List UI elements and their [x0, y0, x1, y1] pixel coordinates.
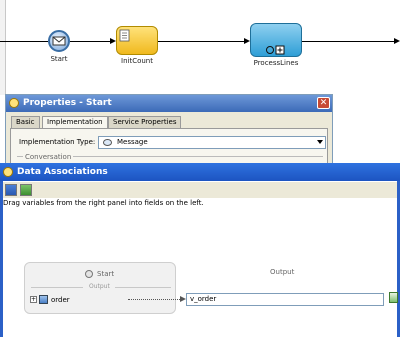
source-variable-panel: Start Output + order [24, 262, 176, 314]
properties-title: Properties - Start [23, 98, 112, 108]
connector-in [0, 41, 48, 42]
divider [31, 287, 83, 288]
expression-builder-icon[interactable] [389, 292, 398, 303]
task-initcount-label: InitCount [121, 57, 153, 65]
start-event-mini-icon [85, 270, 93, 278]
script-task-icon [119, 29, 130, 42]
source-item-order[interactable]: order [51, 296, 70, 304]
data-associations-titlebar[interactable]: Data Associations [0, 163, 400, 181]
properties-tab-panel: Implementation Type: Message Conversatio… [10, 128, 328, 164]
properties-dialog: Properties - Start ✕ Basic Implementatio… [5, 94, 333, 166]
target-field-input[interactable]: v_order [186, 293, 384, 306]
arrowhead-icon [394, 38, 400, 44]
expression-builder-icon[interactable] [20, 184, 32, 196]
process-canvas: Start InitCount ProcessLines [0, 0, 400, 95]
data-associations-toolbar [3, 182, 397, 198]
data-associations-title: Data Associations [17, 167, 108, 177]
data-associations-app-icon [3, 167, 13, 177]
connector-start-initcount [70, 41, 110, 42]
envelope-icon [52, 36, 66, 46]
auto-map-icon[interactable] [5, 184, 17, 196]
message-icon [103, 139, 112, 146]
properties-titlebar[interactable]: Properties - Start ✕ [6, 95, 332, 112]
connector-processlines-out [302, 41, 394, 42]
impl-type-select[interactable]: Message [98, 136, 326, 149]
properties-app-icon [9, 98, 19, 108]
loop-expand-icon [266, 45, 285, 55]
association-line [128, 299, 180, 300]
section-divider [73, 156, 323, 157]
source-output-divider-label: Output [89, 283, 110, 290]
section-divider [17, 156, 23, 157]
expand-icon[interactable]: + [30, 296, 37, 303]
subprocess-processlines-label: ProcessLines [253, 59, 299, 67]
variable-icon [39, 295, 48, 304]
chevron-down-icon[interactable] [317, 140, 323, 144]
impl-type-value: Message [117, 138, 148, 146]
conversation-section-label: Conversation [25, 153, 72, 161]
canvas-left-gutter [0, 0, 6, 95]
subprocess-processlines[interactable] [250, 23, 302, 57]
target-header: Output [270, 268, 295, 276]
instructions-text: Drag variables from the right panel into… [3, 199, 204, 207]
connector-initcount-processlines [158, 41, 244, 42]
impl-type-label: Implementation Type: [19, 138, 96, 146]
source-header: Start [97, 270, 115, 278]
close-icon[interactable]: ✕ [317, 97, 330, 109]
start-event[interactable] [48, 30, 70, 52]
task-initcount[interactable] [116, 26, 158, 55]
divider [115, 287, 171, 288]
start-event-label: Start [50, 55, 68, 63]
